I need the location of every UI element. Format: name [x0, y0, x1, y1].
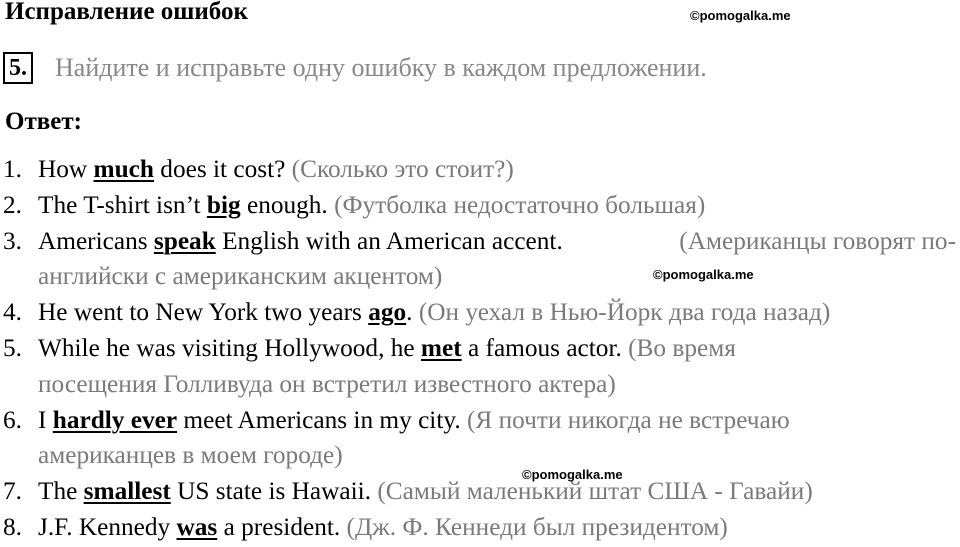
translation: (Американцы говорят по- — [679, 226, 956, 255]
list-item: 3. Americans speak English with an Ameri… — [0, 224, 960, 296]
corrected-word: hardly ever — [52, 405, 178, 434]
list-item: 7. The smallest US state is Hawaii. (Сам… — [0, 474, 960, 510]
item-sentence: Americans speak English with an American… — [38, 224, 960, 296]
list-item: 5. While he was visiting Hollywood, he m… — [0, 331, 960, 403]
task-instruction: Найдите и исправьте одну ошибку в каждом… — [55, 53, 707, 82]
corrected-word: was — [176, 512, 218, 541]
corrected-word: speak — [153, 226, 216, 255]
item-sentence: I hardly ever meet Americans in my city.… — [38, 403, 960, 475]
item-number: 7. — [3, 477, 22, 506]
sentence-text: J.F. Kennedy — [38, 512, 177, 541]
item-number: 3. — [3, 226, 22, 255]
list-item: 6. I hardly ever meet Americans in my ci… — [0, 403, 960, 475]
item-number: 6. — [3, 405, 22, 434]
translation: (Я почти никогда не встречаю — [460, 405, 790, 434]
translation: (Сколько это стоит?) — [285, 155, 514, 183]
sentence-text: I — [38, 405, 53, 434]
item-sentence: The smallest US state is Hawaii. (Самый … — [38, 474, 960, 510]
sentence-text: While he was visiting Hollywood, he — [38, 333, 421, 362]
sentence-text: meet Americans in my city. — [177, 405, 461, 434]
translation-continued: английски с американским акцентом) — [38, 262, 443, 291]
item-number: 8. — [3, 512, 22, 541]
item-sentence: While he was visiting Hollywood, he met … — [38, 331, 960, 403]
item-number: 5. — [3, 333, 22, 362]
answer-label: Ответ: — [5, 108, 82, 135]
sentence-text: US state is Hawaii. — [170, 477, 372, 506]
sentence-text: He went to New York two years — [38, 298, 369, 327]
sentence-text: The — [38, 477, 84, 506]
item-number: 4. — [3, 298, 22, 327]
task-header: 5. Найдите и исправьте одну ошибку в каж… — [3, 50, 707, 86]
translation: (Он уехал в Нью-Йорк два года назад) — [412, 298, 831, 327]
watermark-top: ©pomogalka.me — [690, 8, 791, 23]
item-sentence: How much does it cost? (Сколько это стои… — [38, 152, 960, 188]
corrected-word: met — [420, 333, 462, 362]
translation-continued: посещения Голливуда он встретил известно… — [38, 369, 616, 398]
corrected-word: big — [206, 190, 241, 219]
sentence-text: a president. — [217, 512, 341, 541]
corrected-word: ago — [368, 298, 407, 327]
task-number-box: 5. — [3, 52, 33, 84]
sentence-text: does it cost? — [153, 155, 286, 183]
translation: (Во время — [621, 333, 736, 362]
sentence-text: How — [38, 155, 94, 183]
sentence-text: Americans — [38, 226, 154, 255]
answer-list: 1. How much does it cost? (Сколько это с… — [0, 152, 960, 546]
translation: (Футболка недостаточно большая) — [327, 190, 706, 219]
page-title: Исправление ошибок — [5, 0, 248, 25]
translation-continued: американцев в моем городе) — [38, 441, 343, 470]
list-item: 2. The T-shirt isn’t big enough. (Футбол… — [0, 188, 960, 224]
item-sentence: J.F. Kennedy was a president. (Дж. Ф. Ке… — [38, 510, 960, 546]
item-number: 1. — [3, 155, 22, 183]
item-number: 2. — [3, 190, 22, 219]
corrected-word: smallest — [83, 477, 171, 506]
list-item: 1. How much does it cost? (Сколько это с… — [0, 152, 960, 188]
sentence-text: English with an American accent. — [215, 226, 563, 255]
sentence-text: a famous actor. — [461, 333, 622, 362]
watermark-bottom: ©pomogalka.me — [522, 467, 623, 482]
list-item: 8. J.F. Kennedy was a president. (Дж. Ф.… — [0, 510, 960, 546]
sentence-text: The T-shirt isn’t — [38, 190, 207, 219]
item-sentence: The T-shirt isn’t big enough. (Футболка … — [38, 188, 960, 224]
watermark-middle: ©pomogalka.me — [653, 267, 754, 282]
item-sentence: He went to New York two years ago. (Он у… — [38, 295, 960, 331]
translation: (Дж. Ф. Кеннеди был президентом) — [340, 512, 728, 541]
list-item: 4. He went to New York two years ago. (О… — [0, 295, 960, 331]
corrected-word: much — [93, 155, 154, 183]
sentence-text: enough. — [240, 190, 328, 219]
